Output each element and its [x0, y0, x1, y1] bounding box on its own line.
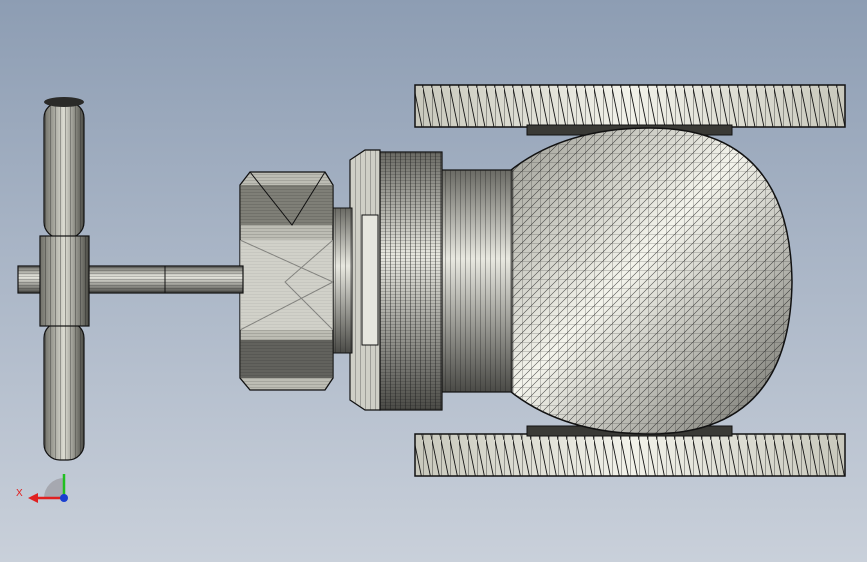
flange-bottom[interactable]: [414, 433, 846, 477]
x-axis-label: X: [16, 488, 23, 499]
3d-viewport[interactable]: X: [0, 0, 867, 562]
body-ball[interactable]: [504, 127, 793, 435]
z-axis: [60, 494, 68, 502]
valve-model[interactable]: [0, 0, 867, 562]
bonnet[interactable]: [349, 149, 513, 411]
handwheel[interactable]: [39, 97, 90, 461]
coordinate-triad: X: [16, 474, 68, 503]
flange-top[interactable]: [414, 84, 846, 128]
packing-nut[interactable]: [239, 171, 353, 391]
